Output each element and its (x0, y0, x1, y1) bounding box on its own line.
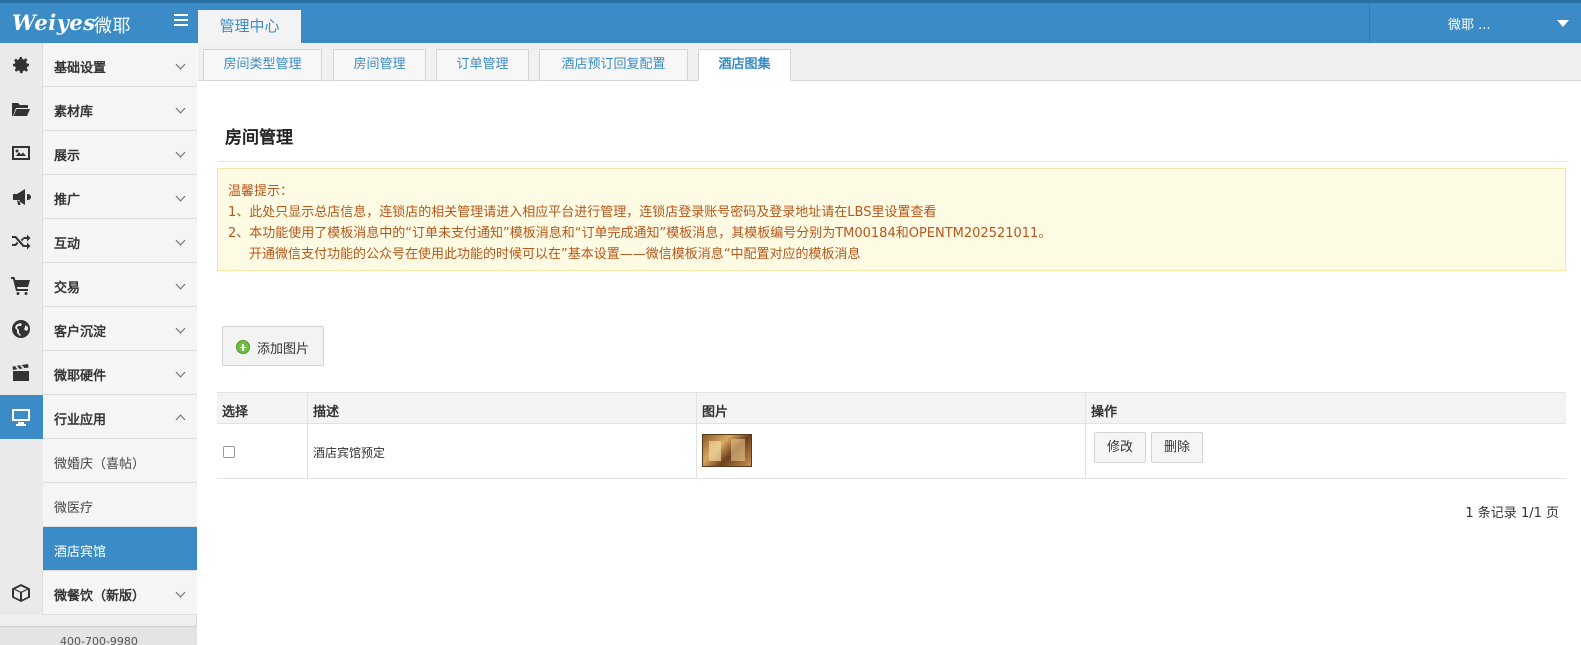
sidebar-item-customer[interactable]: 客户沉淀 (0, 307, 197, 351)
table-header: 选择 描述 图片 操作 (217, 392, 1566, 424)
row-description: 酒店宾馆预定 (313, 446, 386, 460)
sidebar-item-industry-apps[interactable]: 行业应用 (0, 395, 197, 439)
shuffle-icon (0, 219, 43, 263)
page-title: 房间管理 (225, 128, 293, 148)
gear-icon (0, 43, 43, 87)
sidebar-item-catering[interactable]: 微餐饮（新版） (0, 571, 197, 615)
add-image-label: 添加图片 (257, 342, 310, 357)
sidebar-item-label: 交易 (54, 281, 81, 296)
subtab-bar: 房间类型管理 房间管理 订单管理 酒店预订回复配置 酒店图集 (198, 43, 1581, 81)
sidebar-item-label: 微餐饮（新版） (54, 589, 146, 604)
sidebar-item-label: 素材库 (54, 105, 94, 120)
clapperboard-icon (0, 351, 43, 395)
caret-down-icon (1557, 20, 1569, 27)
chevron-down-icon (175, 191, 186, 202)
sidebar-subitem-label: 微婚庆（喜帖） (54, 457, 146, 472)
tab-room-types[interactable]: 房间类型管理 (203, 49, 322, 81)
tab-hotel-gallery[interactable]: 酒店图集 (698, 49, 791, 81)
sidebar-footer: 400-700-9980 (0, 626, 197, 645)
image-icon (0, 131, 43, 175)
folder-open-icon (0, 87, 43, 131)
sidebar-item-material-library[interactable]: 素材库 (0, 87, 197, 131)
plus-circle-icon (236, 340, 250, 354)
chevron-down-icon (175, 147, 186, 158)
table-row: 酒店宾馆预定 修改 删除 (217, 424, 1566, 479)
row-select-checkbox[interactable] (223, 446, 235, 458)
tab-rooms[interactable]: 房间管理 (333, 49, 426, 81)
main-content: 房间类型管理 房间管理 订单管理 酒店预订回复配置 酒店图集 房间管理 温馨提示… (198, 43, 1581, 645)
sidebar-item-label: 展示 (54, 149, 81, 164)
submenu-gutter (0, 439, 43, 571)
notice-line-1: 1、此处只显示总店信息，连锁店的相关管理请进入相应平台进行管理，连锁店登录账号密… (228, 205, 937, 220)
sidebar-subitem-hotel[interactable]: 酒店宾馆 (43, 527, 197, 571)
sidebar-subitem-label: 酒店宾馆 (54, 545, 107, 560)
megaphone-icon (0, 175, 43, 219)
sidebar-item-display[interactable]: 展示 (0, 131, 197, 175)
header-description: 描述 (313, 405, 340, 420)
sidebar-item-label: 推广 (54, 193, 81, 208)
tab-management-center[interactable]: 管理中心 (198, 7, 301, 43)
sidebar-item-label: 微耶硬件 (54, 369, 107, 384)
edit-button[interactable]: 修改 (1094, 432, 1146, 463)
logo-text: Weiyes (12, 10, 96, 35)
chevron-down-icon (175, 59, 186, 70)
logo-cn-text: 微耶 (94, 16, 131, 37)
cube-icon (0, 571, 43, 615)
notice-line-2: 2、本功能使用了模板消息中的“订单未支付通知”模板消息和“订单完成通知”模板消息… (228, 226, 1052, 241)
sidebar: 基础设置 素材库 展示 推广 互动 交易 客户沉淀 微耶硬件 行业应用 微婚庆（… (0, 43, 197, 645)
monitor-icon (0, 395, 43, 439)
chevron-up-icon (175, 414, 186, 425)
sidebar-item-interaction[interactable]: 互动 (0, 219, 197, 263)
chevron-down-icon (175, 367, 186, 378)
chevron-down-icon (175, 279, 186, 290)
sidebar-footer-text: 400-700-9980 (60, 635, 138, 645)
notice-heading: 温馨提示： (228, 184, 294, 199)
chevron-down-icon (175, 323, 186, 334)
tab-booking-reply[interactable]: 酒店预订回复配置 (539, 49, 688, 81)
sidebar-item-trade[interactable]: 交易 (0, 263, 197, 307)
sidebar-item-basic-settings[interactable]: 基础设置 (0, 43, 197, 87)
divider (218, 161, 1567, 162)
header-select: 选择 (222, 405, 249, 420)
user-menu[interactable]: 微耶 ... (1369, 3, 1581, 43)
notice-line-3: 开通微信支付功能的公众号在使用此功能的时候可以在”基本设置——微信模板消息“中配… (249, 247, 861, 262)
delete-button[interactable]: 删除 (1151, 432, 1203, 463)
hotel-thumbnail[interactable] (702, 434, 752, 467)
sidebar-subitem-label: 微医疗 (54, 501, 94, 516)
sidebar-subitem-wedding[interactable]: 微婚庆（喜帖） (43, 439, 197, 483)
chevron-down-icon (175, 235, 186, 246)
pagination-info: 1 条记录 1/1 页 (1465, 506, 1559, 521)
sidebar-item-label: 互动 (54, 237, 81, 252)
cart-icon (0, 263, 43, 307)
sidebar-item-label: 行业应用 (54, 413, 107, 428)
user-name: 微耶 ... (1448, 18, 1491, 33)
header-actions: 操作 (1091, 405, 1118, 420)
logo[interactable]: Weiyes 微耶 (0, 3, 198, 43)
sidebar-item-promotion[interactable]: 推广 (0, 175, 197, 219)
header-image: 图片 (702, 405, 729, 420)
top-bar: Weiyes 微耶 管理中心 微耶 ... (0, 0, 1581, 43)
sidebar-item-label: 基础设置 (54, 61, 107, 76)
chevron-down-icon (175, 103, 186, 114)
sidebar-item-hardware[interactable]: 微耶硬件 (0, 351, 197, 395)
add-image-button[interactable]: 添加图片 (222, 326, 324, 366)
tab-orders[interactable]: 订单管理 (436, 49, 529, 81)
globe-icon (0, 307, 43, 351)
chevron-down-icon (175, 587, 186, 598)
sidebar-item-label: 客户沉淀 (54, 325, 107, 340)
notice-box: 温馨提示： 1、此处只显示总店信息，连锁店的相关管理请进入相应平台进行管理，连锁… (217, 168, 1566, 271)
sidebar-subitem-medical[interactable]: 微医疗 (43, 483, 197, 527)
hamburger-icon[interactable] (174, 14, 188, 28)
